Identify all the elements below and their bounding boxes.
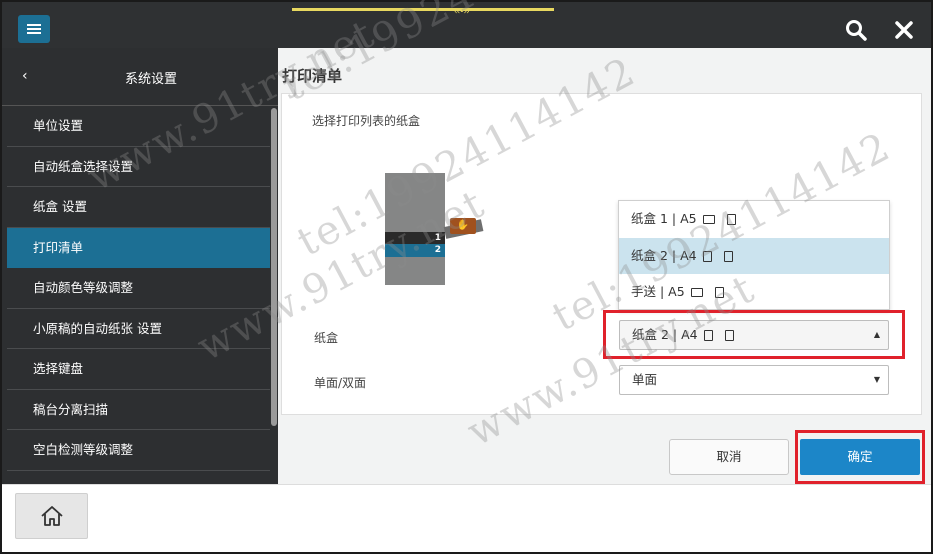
sidebar-item-small-original-paper[interactable]: 小原稿的自动纸张 设置 [7, 309, 270, 349]
top-bar: ‹‹•›› [2, 2, 931, 48]
paper-landscape-icon [702, 215, 715, 224]
search-icon[interactable] [844, 18, 868, 42]
duplex-select-value: 单面 [632, 372, 658, 387]
tray-2-illustration: 2 [385, 244, 445, 257]
sidebar-item-select-keyboard[interactable]: 选择键盘 [7, 349, 270, 390]
printer-illustration [385, 173, 445, 285]
caret-down-icon: ▼ [873, 375, 880, 384]
tray-option-bypass[interactable]: 手送 | A5 [619, 274, 889, 311]
hamburger-icon [27, 28, 41, 30]
tray-field-label: 纸盒 [314, 331, 339, 345]
settings-card: 选择打印列表的纸盒 1 2 ✋ 纸盒 单面/双面 纸盒 1 | A5 纸盒 2 … [281, 93, 922, 415]
sidebar-list: 单位设置 自动纸盒选择设置 纸盒 设置 打印清单 自动颜色等级调整 小原稿的自动… [7, 106, 270, 471]
page-title: 打印清单 [282, 67, 343, 85]
bottom-bar [2, 484, 931, 552]
paper-portrait-icon [702, 250, 712, 262]
tray-2-number: 2 [434, 245, 441, 255]
tray-dropdown-list: 纸盒 1 | A5 纸盒 2 | A4 手送 | A5 [618, 200, 890, 310]
cancel-button[interactable]: 取消 [669, 439, 789, 475]
tray-option-1[interactable]: 纸盒 1 | A5 [619, 201, 889, 238]
bypass-hand-icon: ✋ [450, 218, 476, 234]
sidebar-item-tray-settings[interactable]: 纸盒 设置 [7, 187, 270, 228]
home-button[interactable] [15, 493, 88, 539]
sidebar: ‹ 系统设置 单位设置 自动纸盒选择设置 纸盒 设置 打印清单 自动颜色等级调整… [2, 48, 278, 484]
paper-portrait-icon [726, 214, 736, 225]
tray-option-label: 纸盒 1 | A5 [631, 211, 697, 226]
main-panel: 打印清单 选择打印列表的纸盒 1 2 ✋ 纸盒 单面/双面 纸盒 1 | A5 … [278, 48, 931, 484]
sidebar-item-print-list[interactable]: 打印清单 [7, 227, 270, 268]
sidebar-header: ‹ 系统设置 [2, 48, 278, 106]
top-bar-handle[interactable]: ‹‹•›› [454, 7, 470, 17]
duplex-select[interactable]: 单面 ▼ [619, 365, 889, 395]
duplex-field-label: 单面/双面 [314, 376, 367, 390]
sidebar-scrollbar[interactable] [270, 106, 278, 484]
menu-button[interactable] [18, 15, 50, 43]
tray-option-label: 手送 | A5 [631, 284, 685, 299]
section-label: 选择打印列表的纸盒 [312, 114, 421, 128]
ok-button-highlight [795, 430, 925, 484]
tray-1-number: 1 [434, 233, 441, 243]
sidebar-title: 系统设置 [124, 72, 177, 87]
tray-option-label: 纸盒 2 | A4 [631, 247, 697, 263]
sidebar-item-unit-settings[interactable]: 单位设置 [7, 106, 270, 147]
sidebar-item-auto-color-adjust[interactable]: 自动颜色等级调整 [7, 268, 270, 309]
sidebar-item-blank-detect[interactable]: 空白检测等级调整 [7, 430, 270, 471]
sidebar-item-auto-tray-select[interactable]: 自动纸盒选择设置 [7, 147, 270, 187]
top-bar-accent-line [292, 8, 554, 11]
paper-portrait-icon [714, 287, 724, 298]
tray-1-illustration: 1 [385, 232, 445, 244]
home-icon [40, 506, 63, 526]
tray-select-highlight [603, 310, 905, 359]
paper-landscape-icon [690, 288, 703, 297]
sidebar-scrollbar-thumb[interactable] [271, 108, 277, 426]
close-icon[interactable] [892, 18, 916, 42]
paper-portrait-icon [723, 250, 733, 262]
sidebar-item-separate-scan[interactable]: 稿台分离扫描 [7, 390, 270, 430]
tray-option-2[interactable]: 纸盒 2 | A4 [619, 237, 889, 274]
